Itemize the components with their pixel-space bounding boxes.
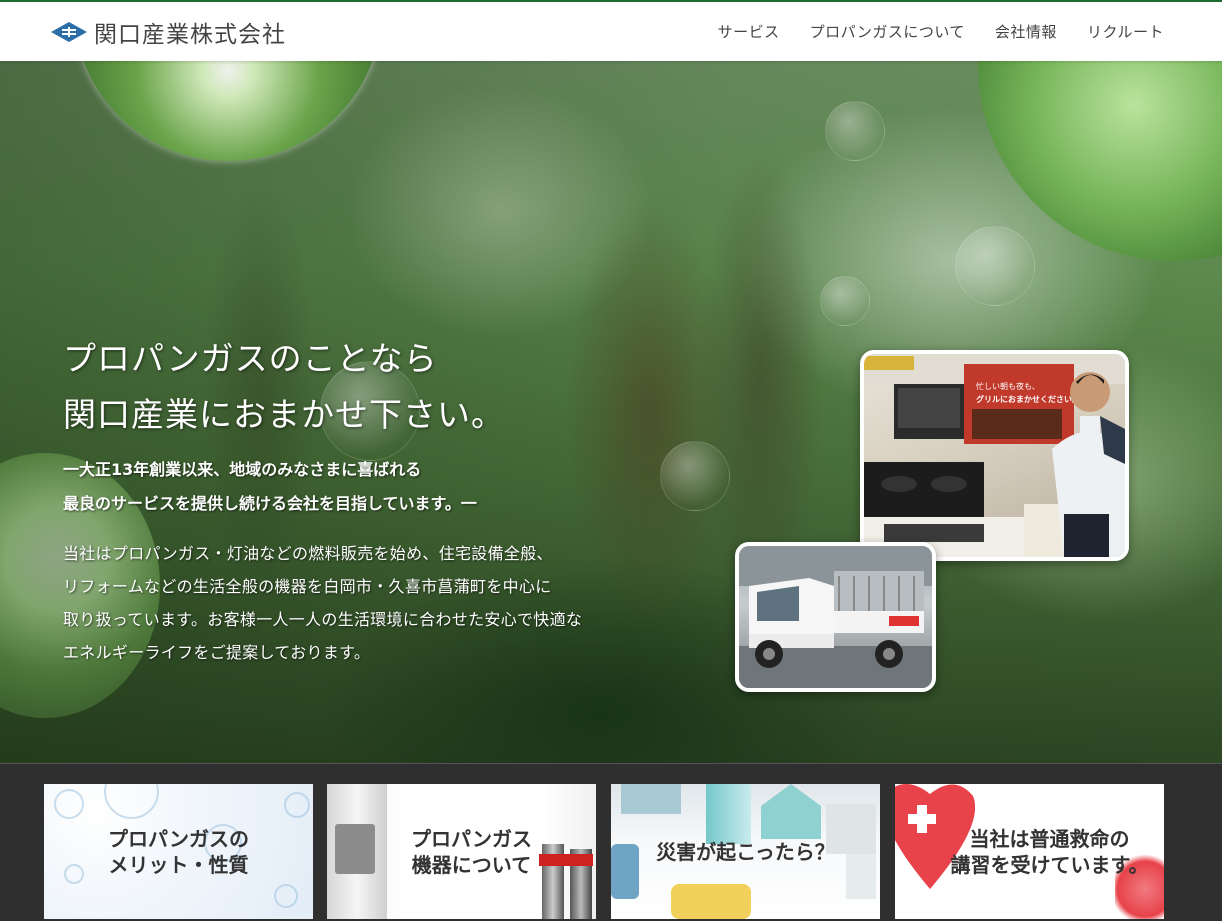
card-label-line: 災害が起こったら？ [656,839,835,864]
bubble-decoration [54,789,84,819]
logo-text: 関口産業株式会社 [94,22,286,48]
card-label-line: プロパンガス [411,826,532,851]
hero-title: プロパンガスのことなら 関口産業におまかせ下さい。 [63,331,505,443]
feature-cards-section: プロパンガスの メリット・性質 プロパンガス 機器について 災害が起こったら？ [0,763,1222,921]
nav-item-company[interactable]: 会社情報 [995,21,1057,42]
gas-valve-band [539,854,593,866]
bubble-decoration [104,784,159,819]
main-nav: サービス プロパンガスについて 会社情報 リクルート [718,21,1164,42]
site-header: 関口産業株式会社 サービス プロパンガスについて 会社情報 リクルート [0,0,1222,61]
hero-tagline-line: 一大正13年創業以来、地域のみなさまに喜ばれる [63,460,422,479]
vehicle-decoration [611,844,639,899]
nav-item-services[interactable]: サービス [718,21,780,42]
card-propane-equipment[interactable]: プロパンガス 機器について [327,784,596,919]
store-sign-text: 忙しい朝も夜も、 [976,381,1040,391]
hero-description-line: 当社はプロパンガス・灯油などの燃料販売を始め、住宅設備全般、 [63,544,553,563]
small-bubble-decoration [955,226,1035,306]
card-label: プロパンガス 機器について [411,826,532,878]
truck-illustration [739,546,932,688]
small-bubble-decoration [660,441,730,511]
hero-description: 当社はプロパンガス・灯油などの燃料販売を始め、住宅設備全般、 リフォームなどの生… [63,537,582,669]
card-first-aid-training[interactable]: 当社は普通救命の 講習を受けています。 [895,784,1164,919]
hero-title-line: プロパンガスのことなら [63,339,438,378]
small-bubble-decoration [820,276,870,326]
card-label: 災害が起こったら？ [656,839,835,865]
card-label: 当社は普通救命の 講習を受けています。 [951,826,1149,878]
hero-description-line: 取り扱っています。お客様一人一人の生活環境に合わせた安心で快適な [63,610,583,629]
bubble-decoration [284,792,310,818]
house-decoration [621,784,681,814]
house-decoration [846,854,876,899]
card-disaster[interactable]: 災害が起こったら？ [611,784,880,919]
card-label-line: プロパンガスの [108,826,249,851]
small-bubble-decoration [825,101,885,161]
nav-item-propane[interactable]: プロパンガスについて [810,21,965,42]
card-label-line: メリット・性質 [108,852,249,877]
card-label: プロパンガスの メリット・性質 [108,826,249,878]
store-staff-photo: 忙しい朝も夜も、 グリルにおまかせください。 [860,350,1129,561]
hero-description-line: リフォームなどの生活全般の機器を白岡市・久喜市菖蒲町を中心に [63,577,552,596]
card-label-line: 講習を受けています。 [950,852,1149,877]
bubble-decoration [64,864,84,884]
card-label-line: 機器について [411,852,532,877]
card-label-line: 当社は普通救命の [969,826,1130,851]
diamond-logo-icon [51,22,87,42]
bubble-decoration [274,884,298,908]
nav-item-recruit[interactable]: リクルート [1087,21,1164,42]
store-sign-text: グリルにおまかせください。 [976,394,1080,404]
card-propane-merits[interactable]: プロパンガスの メリット・性質 [44,784,313,919]
vehicle-decoration [671,884,751,919]
hero-section: プロパンガスのことなら 関口産業におまかせ下さい。 一大正13年創業以来、地域の… [0,61,1222,763]
house-decoration [761,784,821,839]
house-decoration [706,784,751,844]
delivery-truck-photo [735,542,936,692]
hero-title-line: 関口産業におまかせ下さい。 [63,395,505,434]
company-logo[interactable]: 関口産業株式会社 [50,17,286,48]
gas-meter-display [335,824,375,874]
hero-description-line: エネルギーライフをご提案しております。 [63,643,371,662]
hero-tagline: 一大正13年創業以来、地域のみなさまに喜ばれる 最良のサービスを提供し続ける会社… [63,453,477,521]
store-scene-illustration: 忙しい朝も夜も、 グリルにおまかせください。 [864,354,1125,557]
hero-tagline-line: 最良のサービスを提供し続ける会社を目指しています。一 [63,494,477,513]
